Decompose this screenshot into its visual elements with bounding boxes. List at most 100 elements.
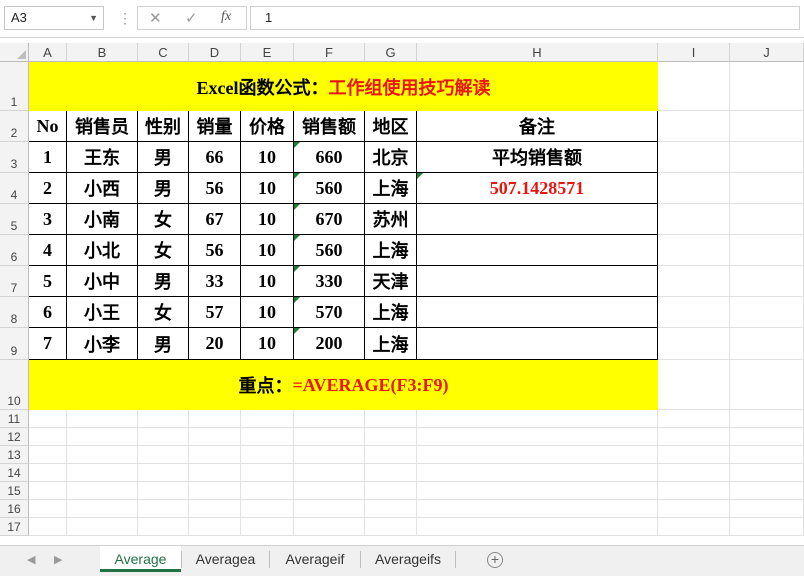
note-cell[interactable]: 平均销售额 [417,142,658,173]
table-cell[interactable]: 2 [29,173,67,204]
table-cell[interactable]: 男 [138,142,189,173]
note-cell[interactable] [417,235,658,266]
table-cell[interactable]: 10 [241,235,294,266]
table-cell[interactable]: 王东 [67,142,138,173]
table-cell[interactable]: 3 [29,204,67,235]
table-cell[interactable]: 男 [138,173,189,204]
table-cell[interactable]: 上海 [365,235,417,266]
column-header-g[interactable]: G [365,43,417,62]
row-header-9[interactable]: 9 [0,328,29,360]
formula-input[interactable]: 1 [250,6,800,30]
table-cell[interactable]: 女 [138,204,189,235]
note-cell[interactable]: 507.1428571 [417,173,658,204]
note-cell[interactable] [417,204,658,235]
table-header-cell[interactable]: 销售员 [67,111,138,142]
table-cell[interactable]: 10 [241,266,294,297]
table-header-cell[interactable]: 销售额 [294,111,365,142]
table-cell[interactable]: 67 [189,204,241,235]
table-cell[interactable]: 33 [189,266,241,297]
table-cell[interactable]: 670 [294,204,365,235]
table-cell[interactable]: 10 [241,297,294,328]
column-header-j[interactable]: J [730,43,804,62]
table-cell[interactable]: 6 [29,297,67,328]
table-cell[interactable]: 小王 [67,297,138,328]
column-header-f[interactable]: F [294,43,365,62]
table-cell[interactable]: 女 [138,297,189,328]
table-header-cell[interactable]: 地区 [365,111,417,142]
row-header-10[interactable]: 10 [0,360,29,410]
table-cell[interactable]: 5 [29,266,67,297]
table-cell[interactable]: 女 [138,235,189,266]
column-header-e[interactable]: E [241,43,294,62]
row-header-3[interactable]: 3 [0,142,29,173]
table-cell[interactable]: 560 [294,235,365,266]
table-cell[interactable]: 北京 [365,142,417,173]
table-cell[interactable]: 小南 [67,204,138,235]
table-cell[interactable]: 56 [189,173,241,204]
note-cell[interactable] [417,266,658,297]
table-cell[interactable]: 10 [241,328,294,360]
note-cell[interactable] [417,328,658,360]
table-cell[interactable]: 男 [138,328,189,360]
table-cell[interactable]: 10 [241,142,294,173]
row-header-17[interactable]: 17 [0,518,29,536]
column-header-d[interactable]: D [189,43,241,62]
table-cell[interactable]: 小北 [67,235,138,266]
table-cell[interactable]: 660 [294,142,365,173]
table-cell[interactable]: 小中 [67,266,138,297]
row-header-1[interactable]: 1 [0,62,29,111]
row-header-14[interactable]: 14 [0,464,29,482]
note-cell[interactable] [417,297,658,328]
table-cell[interactable]: 1 [29,142,67,173]
table-cell[interactable]: 560 [294,173,365,204]
table-cell[interactable]: 66 [189,142,241,173]
table-header-cell[interactable]: 价格 [241,111,294,142]
table-cell[interactable]: 4 [29,235,67,266]
row-header-8[interactable]: 8 [0,297,29,328]
scroll-left-icon[interactable]: ◀ [27,553,35,566]
row-header-5[interactable]: 5 [0,204,29,235]
table-cell[interactable]: 7 [29,328,67,360]
row-header-2[interactable]: 2 [0,111,29,142]
column-header-i[interactable]: I [658,43,730,62]
row-header-13[interactable]: 13 [0,446,29,464]
table-cell[interactable]: 57 [189,297,241,328]
table-header-cell[interactable]: No [29,111,67,142]
table-header-cell[interactable]: 备注 [417,111,658,142]
table-cell[interactable]: 上海 [365,328,417,360]
column-header-c[interactable]: C [138,43,189,62]
table-header-cell[interactable]: 性别 [138,111,189,142]
row-header-7[interactable]: 7 [0,266,29,297]
table-cell[interactable]: 小西 [67,173,138,204]
table-cell[interactable]: 330 [294,266,365,297]
scroll-right-icon[interactable]: ▶ [54,553,62,566]
row-header-11[interactable]: 11 [0,410,29,428]
sheet-tab-averagea[interactable]: Averagea [182,546,269,572]
column-header-a[interactable]: A [29,43,67,62]
enter-icon[interactable]: ✓ [185,9,198,27]
row-header-4[interactable]: 4 [0,173,29,204]
table-cell[interactable]: 570 [294,297,365,328]
table-cell[interactable]: 上海 [365,173,417,204]
table-cell[interactable]: 上海 [365,297,417,328]
row-header-15[interactable]: 15 [0,482,29,500]
select-all-corner[interactable] [0,43,29,62]
table-cell[interactable]: 男 [138,266,189,297]
table-cell[interactable]: 10 [241,173,294,204]
table-cell[interactable]: 天津 [365,266,417,297]
sheet-tab-averageif[interactable]: Averageif [270,546,360,572]
name-box[interactable]: A3 ▼ [4,6,104,30]
table-cell[interactable]: 20 [189,328,241,360]
table-cell[interactable]: 小李 [67,328,138,360]
insert-function-icon[interactable]: fx [221,9,231,25]
table-header-cell[interactable]: 销量 [189,111,241,142]
column-header-h[interactable]: H [417,43,658,62]
table-cell[interactable]: 10 [241,204,294,235]
row-header-6[interactable]: 6 [0,235,29,266]
chevron-down-icon[interactable]: ▼ [89,7,98,29]
cancel-icon[interactable]: ✕ [149,9,162,27]
table-cell[interactable]: 苏州 [365,204,417,235]
add-sheet-icon[interactable]: + [487,552,503,568]
sheet-tab-average[interactable]: Average [100,546,181,572]
row-header-12[interactable]: 12 [0,428,29,446]
